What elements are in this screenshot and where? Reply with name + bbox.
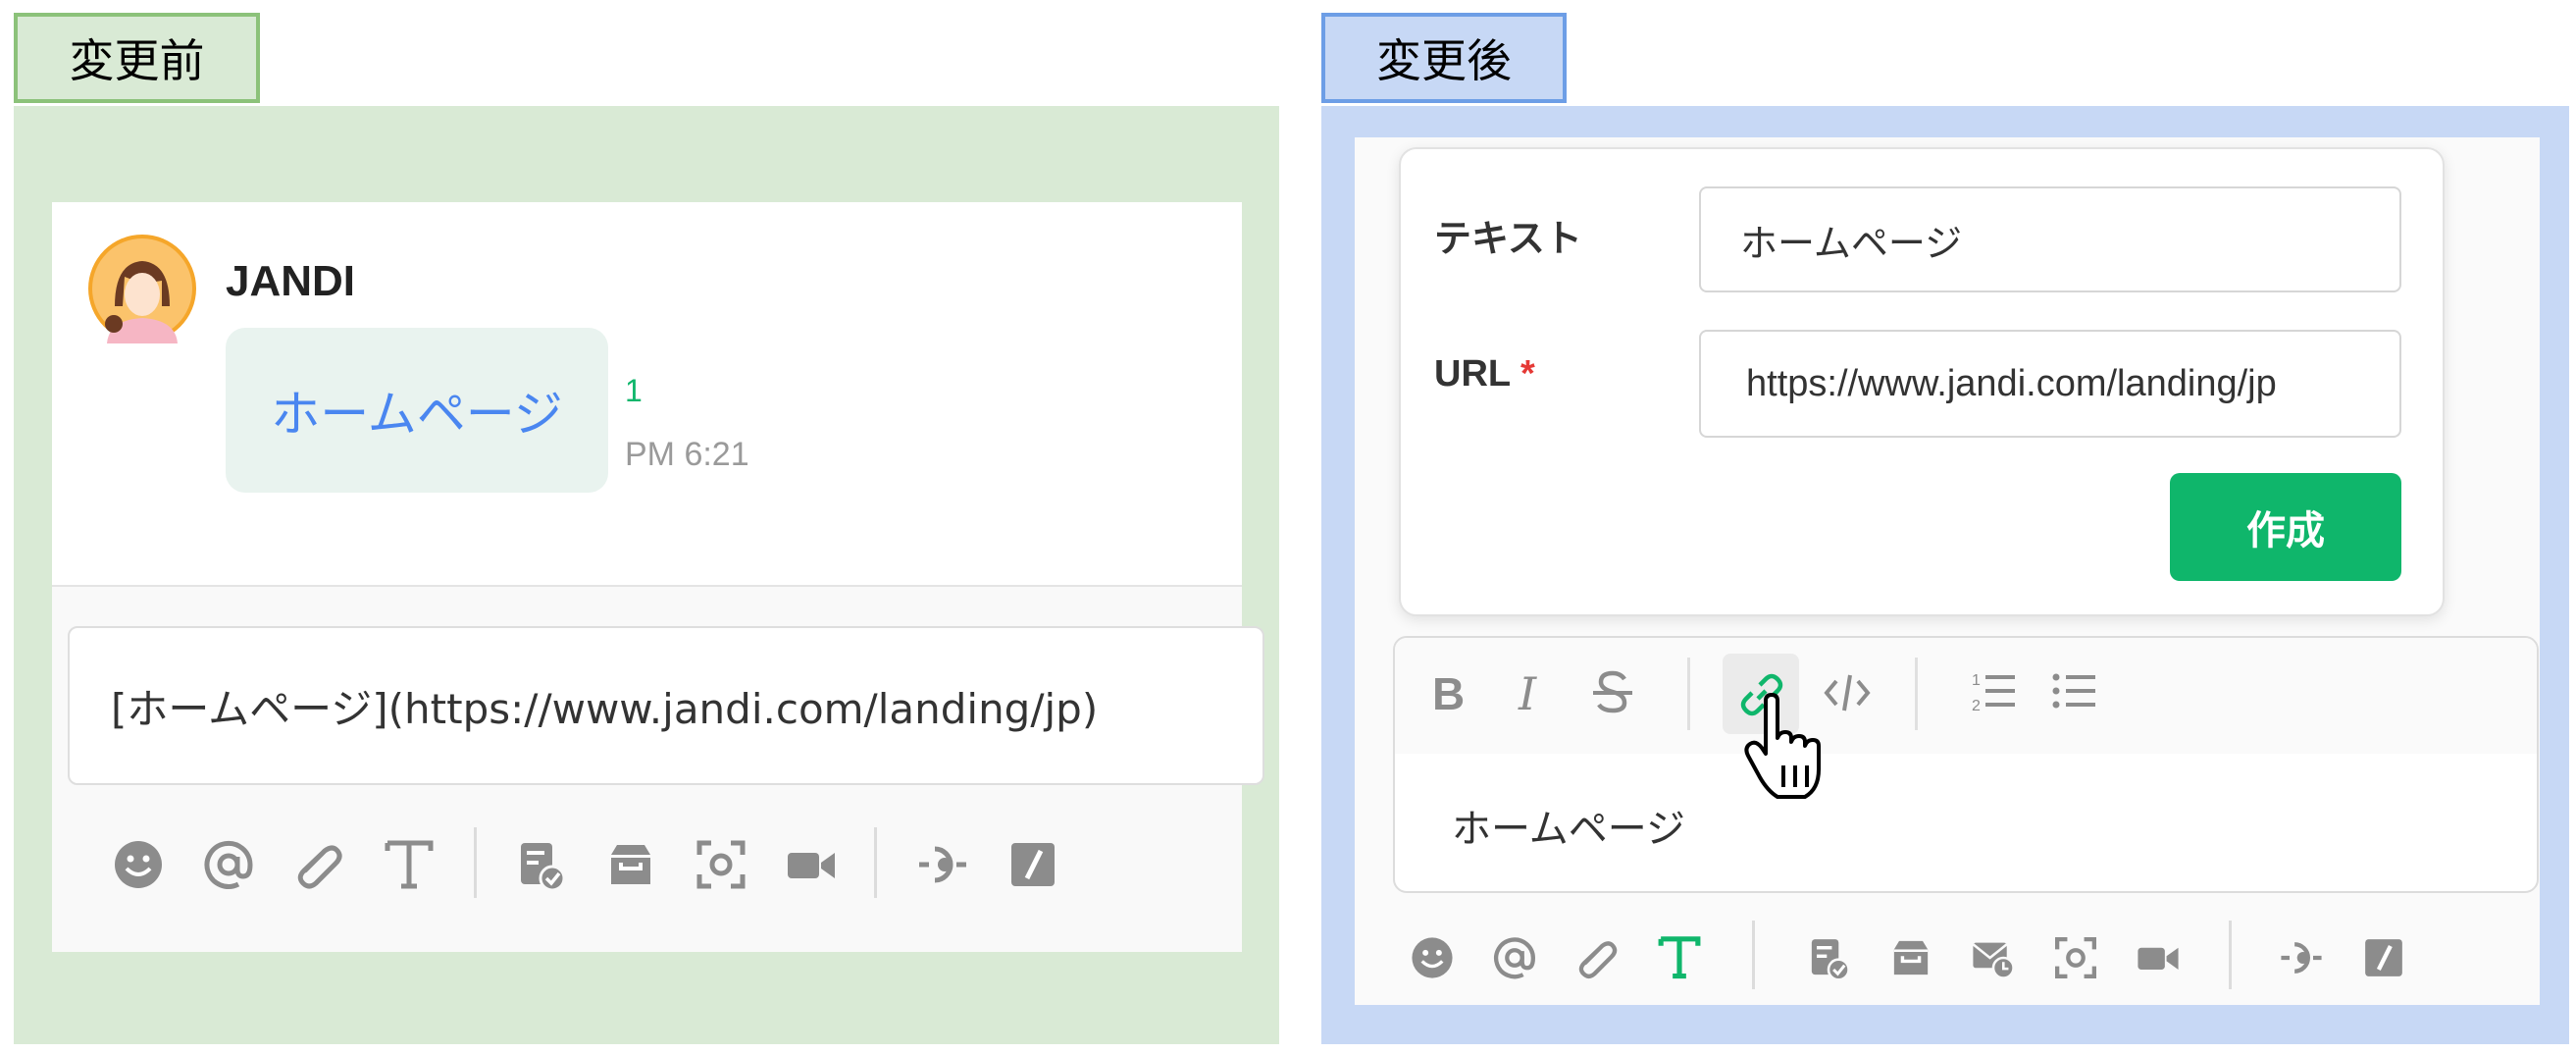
toolbar-divider — [474, 827, 477, 898]
text-field[interactable]: ホームページ — [1699, 186, 2401, 292]
slash-command-icon[interactable] — [2360, 934, 2407, 981]
poll-icon[interactable] — [915, 837, 970, 892]
url-field-label: URL * — [1434, 353, 1535, 395]
after-label-text: 変更後 — [1376, 34, 1512, 87]
composer-toolbar — [111, 827, 1229, 906]
toolbar-divider — [1915, 658, 1918, 730]
link-dialog: テキスト ホームページ URL * https://www.jandi.com/… — [1399, 147, 2445, 616]
toolbar-divider — [874, 827, 877, 898]
mention-icon[interactable] — [201, 837, 256, 892]
text-format-icon[interactable] — [1656, 930, 1703, 981]
video-icon[interactable] — [2135, 934, 2182, 981]
video-icon[interactable] — [784, 837, 839, 892]
text-field-label: テキスト — [1434, 217, 1582, 260]
archive-icon[interactable] — [603, 837, 658, 892]
attach-icon[interactable] — [1573, 934, 1621, 981]
message-link[interactable]: ホームページ — [271, 375, 563, 446]
schedule-mail-icon[interactable] — [1970, 934, 2017, 981]
mention-icon[interactable] — [1491, 934, 1538, 981]
screenshot-icon[interactable] — [694, 837, 748, 892]
emoji-icon[interactable] — [1409, 934, 1456, 981]
text-field-value: ホームページ — [1740, 221, 1963, 265]
message-input-text: [ホームページ](https://www.jandi.com/landing/j… — [111, 684, 1099, 733]
url-label-text: URL — [1434, 353, 1511, 395]
toolbar-divider — [1752, 921, 1755, 989]
url-field-value: https://www.jandi.com/landing/jp — [1746, 362, 2277, 404]
create-button-label: 作成 — [2246, 508, 2325, 553]
format-toolbar: B I 12 — [1395, 638, 2537, 754]
svg-text:2: 2 — [1972, 698, 1981, 714]
text-format-icon[interactable] — [382, 833, 437, 892]
todo-icon[interactable] — [513, 837, 568, 892]
bold-icon[interactable]: B — [1432, 667, 1465, 720]
before-label-text: 変更前 — [69, 34, 205, 87]
message-composer: [ホームページ](https://www.jandi.com/landing/j… — [52, 585, 1264, 952]
poll-icon[interactable] — [2278, 934, 2325, 981]
todo-icon[interactable] — [1805, 934, 1852, 981]
sender-name[interactable]: JANDI — [226, 257, 355, 306]
toolbar-divider — [2229, 921, 2232, 989]
after-label: 変更後 — [1321, 13, 1567, 103]
create-button[interactable]: 作成 — [2170, 473, 2401, 581]
slash-command-icon[interactable] — [1005, 837, 1060, 892]
hand-cursor-icon — [1744, 693, 1832, 803]
svg-text:1: 1 — [1972, 672, 1981, 689]
message-time: PM 6:21 — [625, 436, 749, 473]
before-label: 変更前 — [14, 13, 260, 103]
archive-icon[interactable] — [1887, 934, 1934, 981]
attach-icon[interactable] — [291, 837, 346, 892]
emoji-icon[interactable] — [111, 837, 166, 892]
bullet-list-icon[interactable] — [2050, 667, 2097, 716]
screenshot-icon[interactable] — [2052, 934, 2099, 981]
strikethrough-icon[interactable] — [1589, 667, 1636, 716]
italic-icon[interactable]: I — [1519, 667, 1536, 720]
url-field[interactable]: https://www.jandi.com/landing/jp — [1699, 330, 2401, 438]
rich-text-editor: B I 12 ホームページ — [1393, 636, 2539, 893]
toolbar-divider — [1687, 658, 1690, 730]
chat-message-area: JANDI ホームページ 1 PM 6:21 — [52, 202, 1242, 585]
unread-count: 1 — [625, 373, 643, 408]
avatar[interactable] — [87, 234, 197, 343]
message-bubble: ホームページ — [226, 328, 608, 493]
editor-content[interactable]: ホームページ — [1452, 797, 1685, 854]
message-input[interactable]: [ホームページ](https://www.jandi.com/landing/j… — [68, 626, 1264, 785]
required-mark: * — [1520, 353, 1535, 395]
ordered-list-icon[interactable]: 12 — [1970, 667, 2017, 716]
composer-toolbar — [1409, 921, 2527, 995]
